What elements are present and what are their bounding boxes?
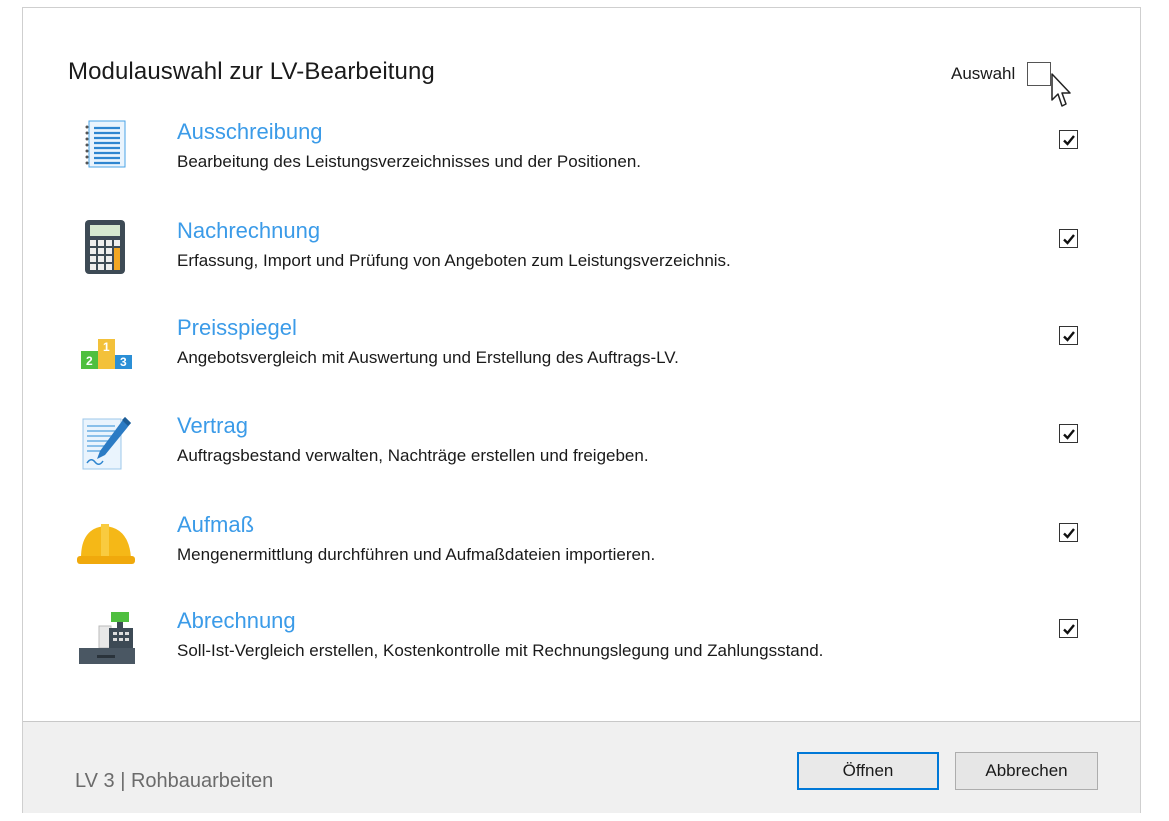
module-selection-dialog: Modulauswahl zur LV-Bearbeitung Auswahl xyxy=(22,7,1141,813)
module-description: Soll-Ist-Vergleich erstellen, Kostenkont… xyxy=(177,641,824,660)
select-all-label: Auswahl xyxy=(951,64,1016,83)
checkmark-icon xyxy=(1062,134,1075,146)
module-description: Mengenermittlung durchführen und Aufmaßd… xyxy=(177,545,656,564)
podium-label-2: 2 xyxy=(86,354,93,368)
module-checkbox-nachrechnung[interactable] xyxy=(1059,229,1078,248)
module-title: Ausschreibung xyxy=(177,119,323,144)
module-title: Nachrechnung xyxy=(177,218,321,243)
module-title: Aufmaß xyxy=(177,512,255,537)
podium-icon: 2 1 3 xyxy=(73,315,137,379)
dialog-title: Modulauswahl zur LV-Bearbeitung xyxy=(68,58,435,85)
checkmark-icon xyxy=(1062,527,1075,539)
module-description: Auftragsbestand verwalten, Nachträge ers… xyxy=(177,446,649,465)
project-label: LV 3 | Rohbauarbeiten xyxy=(75,770,274,792)
mouse-cursor-icon xyxy=(1051,73,1071,107)
select-all-control[interactable]: Auswahl xyxy=(951,60,1052,88)
open-button[interactable]: Öffnen xyxy=(797,752,939,790)
module-title: Vertrag xyxy=(177,413,248,438)
module-row-nachrechnung: Nachrechnung Erfassung, Import und Prüfu… xyxy=(73,218,1103,308)
module-checkbox-ausschreibung[interactable] xyxy=(1059,130,1078,149)
contract-pen-icon xyxy=(73,413,137,477)
document-list-icon xyxy=(73,119,137,183)
module-row-abrechnung: Abrechnung Soll-Ist-Vergleich erstellen,… xyxy=(73,608,1103,698)
module-row-preisspiegel: 2 1 3 Preisspiegel Angebotsvergleich mit… xyxy=(73,315,1103,405)
checkmark-icon xyxy=(1062,428,1075,440)
hardhat-icon xyxy=(73,512,137,576)
module-row-ausschreibung: Ausschreibung Bearbeitung des Leistungsv… xyxy=(73,119,1103,209)
module-row-vertrag: Vertrag Auftragsbestand verwalten, Nacht… xyxy=(73,413,1103,503)
podium-label-1: 1 xyxy=(103,340,110,354)
calculator-icon xyxy=(73,218,137,282)
module-checkbox-aufmass[interactable] xyxy=(1059,523,1078,542)
module-title: Preisspiegel xyxy=(177,315,297,340)
module-checkbox-vertrag[interactable] xyxy=(1059,424,1078,443)
podium-label-3: 3 xyxy=(120,355,127,369)
module-description: Angebotsvergleich mit Auswertung und Ers… xyxy=(177,348,679,367)
module-title: Abrechnung xyxy=(177,608,296,633)
module-description: Bearbeitung des Leistungsverzeichnisses … xyxy=(177,152,642,171)
module-row-aufmass: Aufmaß Mengenermittlung durchführen und … xyxy=(73,512,1103,602)
module-checkbox-abrechnung[interactable] xyxy=(1059,619,1078,638)
dialog-footer: LV 3 | Rohbauarbeiten Öffnen Abbrechen xyxy=(23,721,1140,813)
checkmark-icon xyxy=(1062,330,1075,342)
checkmark-icon xyxy=(1062,233,1075,245)
module-checkbox-preisspiegel[interactable] xyxy=(1059,326,1078,345)
module-description: Erfassung, Import und Prüfung von Angebo… xyxy=(177,251,731,270)
cancel-button[interactable]: Abbrechen xyxy=(955,752,1098,790)
cash-register-icon xyxy=(73,608,137,672)
checkmark-icon xyxy=(1062,623,1075,635)
